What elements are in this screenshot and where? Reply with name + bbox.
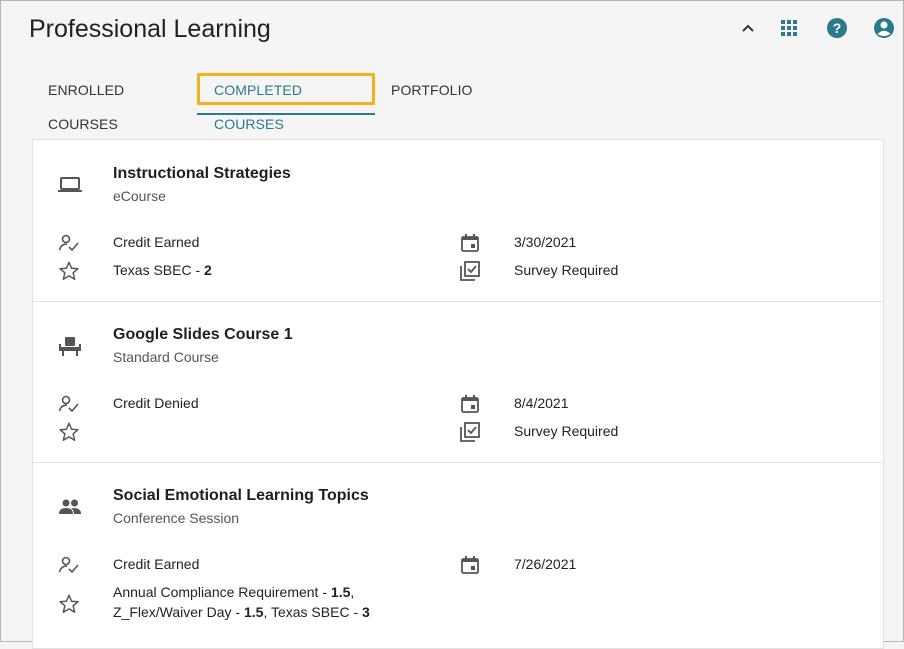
person-check-icon: [57, 553, 81, 577]
account-icon[interactable]: [871, 15, 897, 41]
person-check-icon: [57, 392, 81, 416]
course-type: eCourse: [113, 188, 166, 204]
tab-label: ENROLLED COURSES: [48, 82, 125, 132]
credit-value: 1.5: [243, 604, 264, 620]
course-name[interactable]: Google Slides Course 1: [113, 326, 293, 344]
credit-value: 2: [204, 262, 212, 278]
survey-status[interactable]: Survey Required: [514, 421, 618, 441]
people-icon: [57, 496, 83, 518]
credit-status: Credit Denied: [113, 395, 199, 411]
credit-status: Credit Earned: [113, 234, 200, 250]
credit-name: Annual Compliance Requirement: [113, 584, 319, 600]
star-outline-icon: [57, 259, 81, 283]
course-card[interactable]: Instructional Strategies eCourse Credit …: [33, 140, 883, 302]
course-name[interactable]: Instructional Strategies: [113, 165, 291, 183]
course-card[interactable]: Social Emotional Learning Topics Confere…: [33, 462, 883, 623]
apps-grid-icon[interactable]: [776, 15, 802, 41]
credit-value: 3: [362, 604, 370, 620]
svg-text:?: ?: [833, 20, 842, 36]
credit-name: Z_Flex/Waiver Day: [113, 604, 232, 620]
tab-portfolio[interactable]: PORTFOLIO: [391, 73, 473, 113]
help-icon[interactable]: ?: [824, 15, 850, 41]
chevron-up-icon[interactable]: [735, 15, 761, 41]
credit-name: Texas SBEC: [270, 604, 350, 620]
completed-courses-list: Instructional Strategies eCourse Credit …: [32, 139, 884, 649]
credit-list: Texas SBEC - 2: [113, 262, 212, 278]
course-name[interactable]: Social Emotional Learning Topics: [113, 487, 369, 505]
tab-label: PORTFOLIO: [391, 82, 473, 98]
credit-value: 1.5: [330, 584, 351, 600]
page-title: Professional Learning: [29, 15, 271, 43]
credit-status: Credit Earned: [113, 556, 200, 572]
course-card[interactable]: Google Slides Course 1 Standard Course C…: [33, 301, 883, 463]
survey-status[interactable]: Survey Required: [514, 260, 618, 280]
laptop-icon: [57, 174, 83, 196]
completion-date: 3/30/2021: [514, 234, 577, 250]
calendar-icon: [458, 231, 482, 255]
tab-label: COMPLETED COURSES: [214, 82, 303, 132]
completion-date: 8/4/2021: [514, 395, 569, 411]
star-outline-icon: [57, 420, 81, 444]
course-type: Standard Course: [113, 349, 219, 365]
survey-checklist-icon: [458, 420, 482, 444]
completion-date: 7/26/2021: [514, 556, 577, 572]
star-outline-icon: [57, 592, 81, 616]
classroom-seat-icon: [57, 335, 83, 357]
tab-enrolled-courses[interactable]: ENROLLED COURSES: [48, 73, 124, 132]
tab-completed-courses[interactable]: COMPLETED COURSES: [197, 73, 375, 132]
credit-name: Texas SBEC: [113, 262, 192, 278]
person-check-icon: [57, 231, 81, 255]
survey-checklist-icon: [458, 259, 482, 283]
credit-list: Annual Compliance Requirement - 1.5, Z_Fl…: [113, 584, 370, 620]
calendar-icon: [458, 553, 482, 577]
calendar-icon: [458, 392, 482, 416]
course-type: Conference Session: [113, 510, 240, 526]
